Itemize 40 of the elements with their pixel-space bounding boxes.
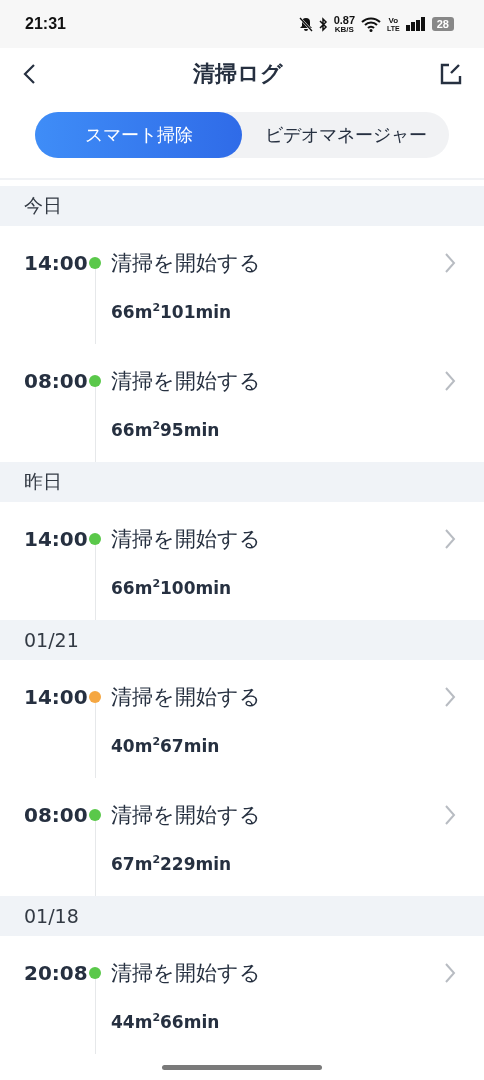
log-time: 20:08 (23, 960, 86, 987)
log-time: 14:00 (23, 526, 86, 553)
log-title[interactable]: 清掃を開始する (111, 526, 444, 552)
date-header: 01/21 (0, 620, 484, 660)
date-header: 昨日 (0, 462, 484, 502)
log-summary: 44m$^{2}$66min (111, 1010, 221, 1032)
log-summary: 67m$^{2}$229min (111, 852, 233, 874)
date-header: 01/18 (0, 896, 484, 936)
chevron-right-icon[interactable] (444, 252, 456, 274)
log-time: 08:00 (23, 368, 86, 395)
log-title[interactable]: 清掃を開始する (111, 802, 444, 828)
clock: 21:31 (25, 15, 67, 33)
log-summary: 66m$^{2}$100min (111, 576, 233, 598)
wifi-icon (361, 16, 382, 32)
bluetooth-icon (318, 16, 328, 32)
chevron-right-icon[interactable] (444, 686, 456, 708)
date-header: 今日 (0, 186, 484, 226)
back-icon (22, 63, 36, 85)
signal-icon (405, 17, 426, 31)
network-speed: 0.87 KB/S (333, 14, 356, 34)
log-time: 08:00 (23, 802, 86, 829)
log-title[interactable]: 清掃を開始する (111, 960, 444, 986)
log-summary: 66m$^{2}$101min (111, 300, 233, 322)
log-title[interactable]: 清掃を開始する (111, 368, 444, 394)
tab[interactable]: スマート掃除 (35, 112, 242, 158)
chevron-right-icon[interactable] (444, 528, 456, 550)
chevron-right-icon[interactable] (444, 804, 456, 826)
bell-off-icon (298, 16, 313, 32)
log-time: 14:00 (23, 684, 86, 711)
chevron-right-icon[interactable] (444, 962, 456, 984)
page-title: 清掃ログ (193, 60, 283, 88)
chevron-right-icon[interactable] (444, 370, 456, 392)
log-summary: 66m$^{2}$95min (111, 418, 221, 440)
edit-icon (440, 63, 462, 85)
log-title[interactable]: 清掃を開始する (111, 684, 444, 710)
tab[interactable]: ビデオマネージャー (242, 112, 449, 158)
log-summary: 40m$^{2}$67min (111, 734, 221, 756)
log-title[interactable]: 清掃を開始する (111, 250, 444, 276)
battery-level: 28 (431, 17, 454, 31)
log-time: 14:00 (23, 250, 86, 277)
